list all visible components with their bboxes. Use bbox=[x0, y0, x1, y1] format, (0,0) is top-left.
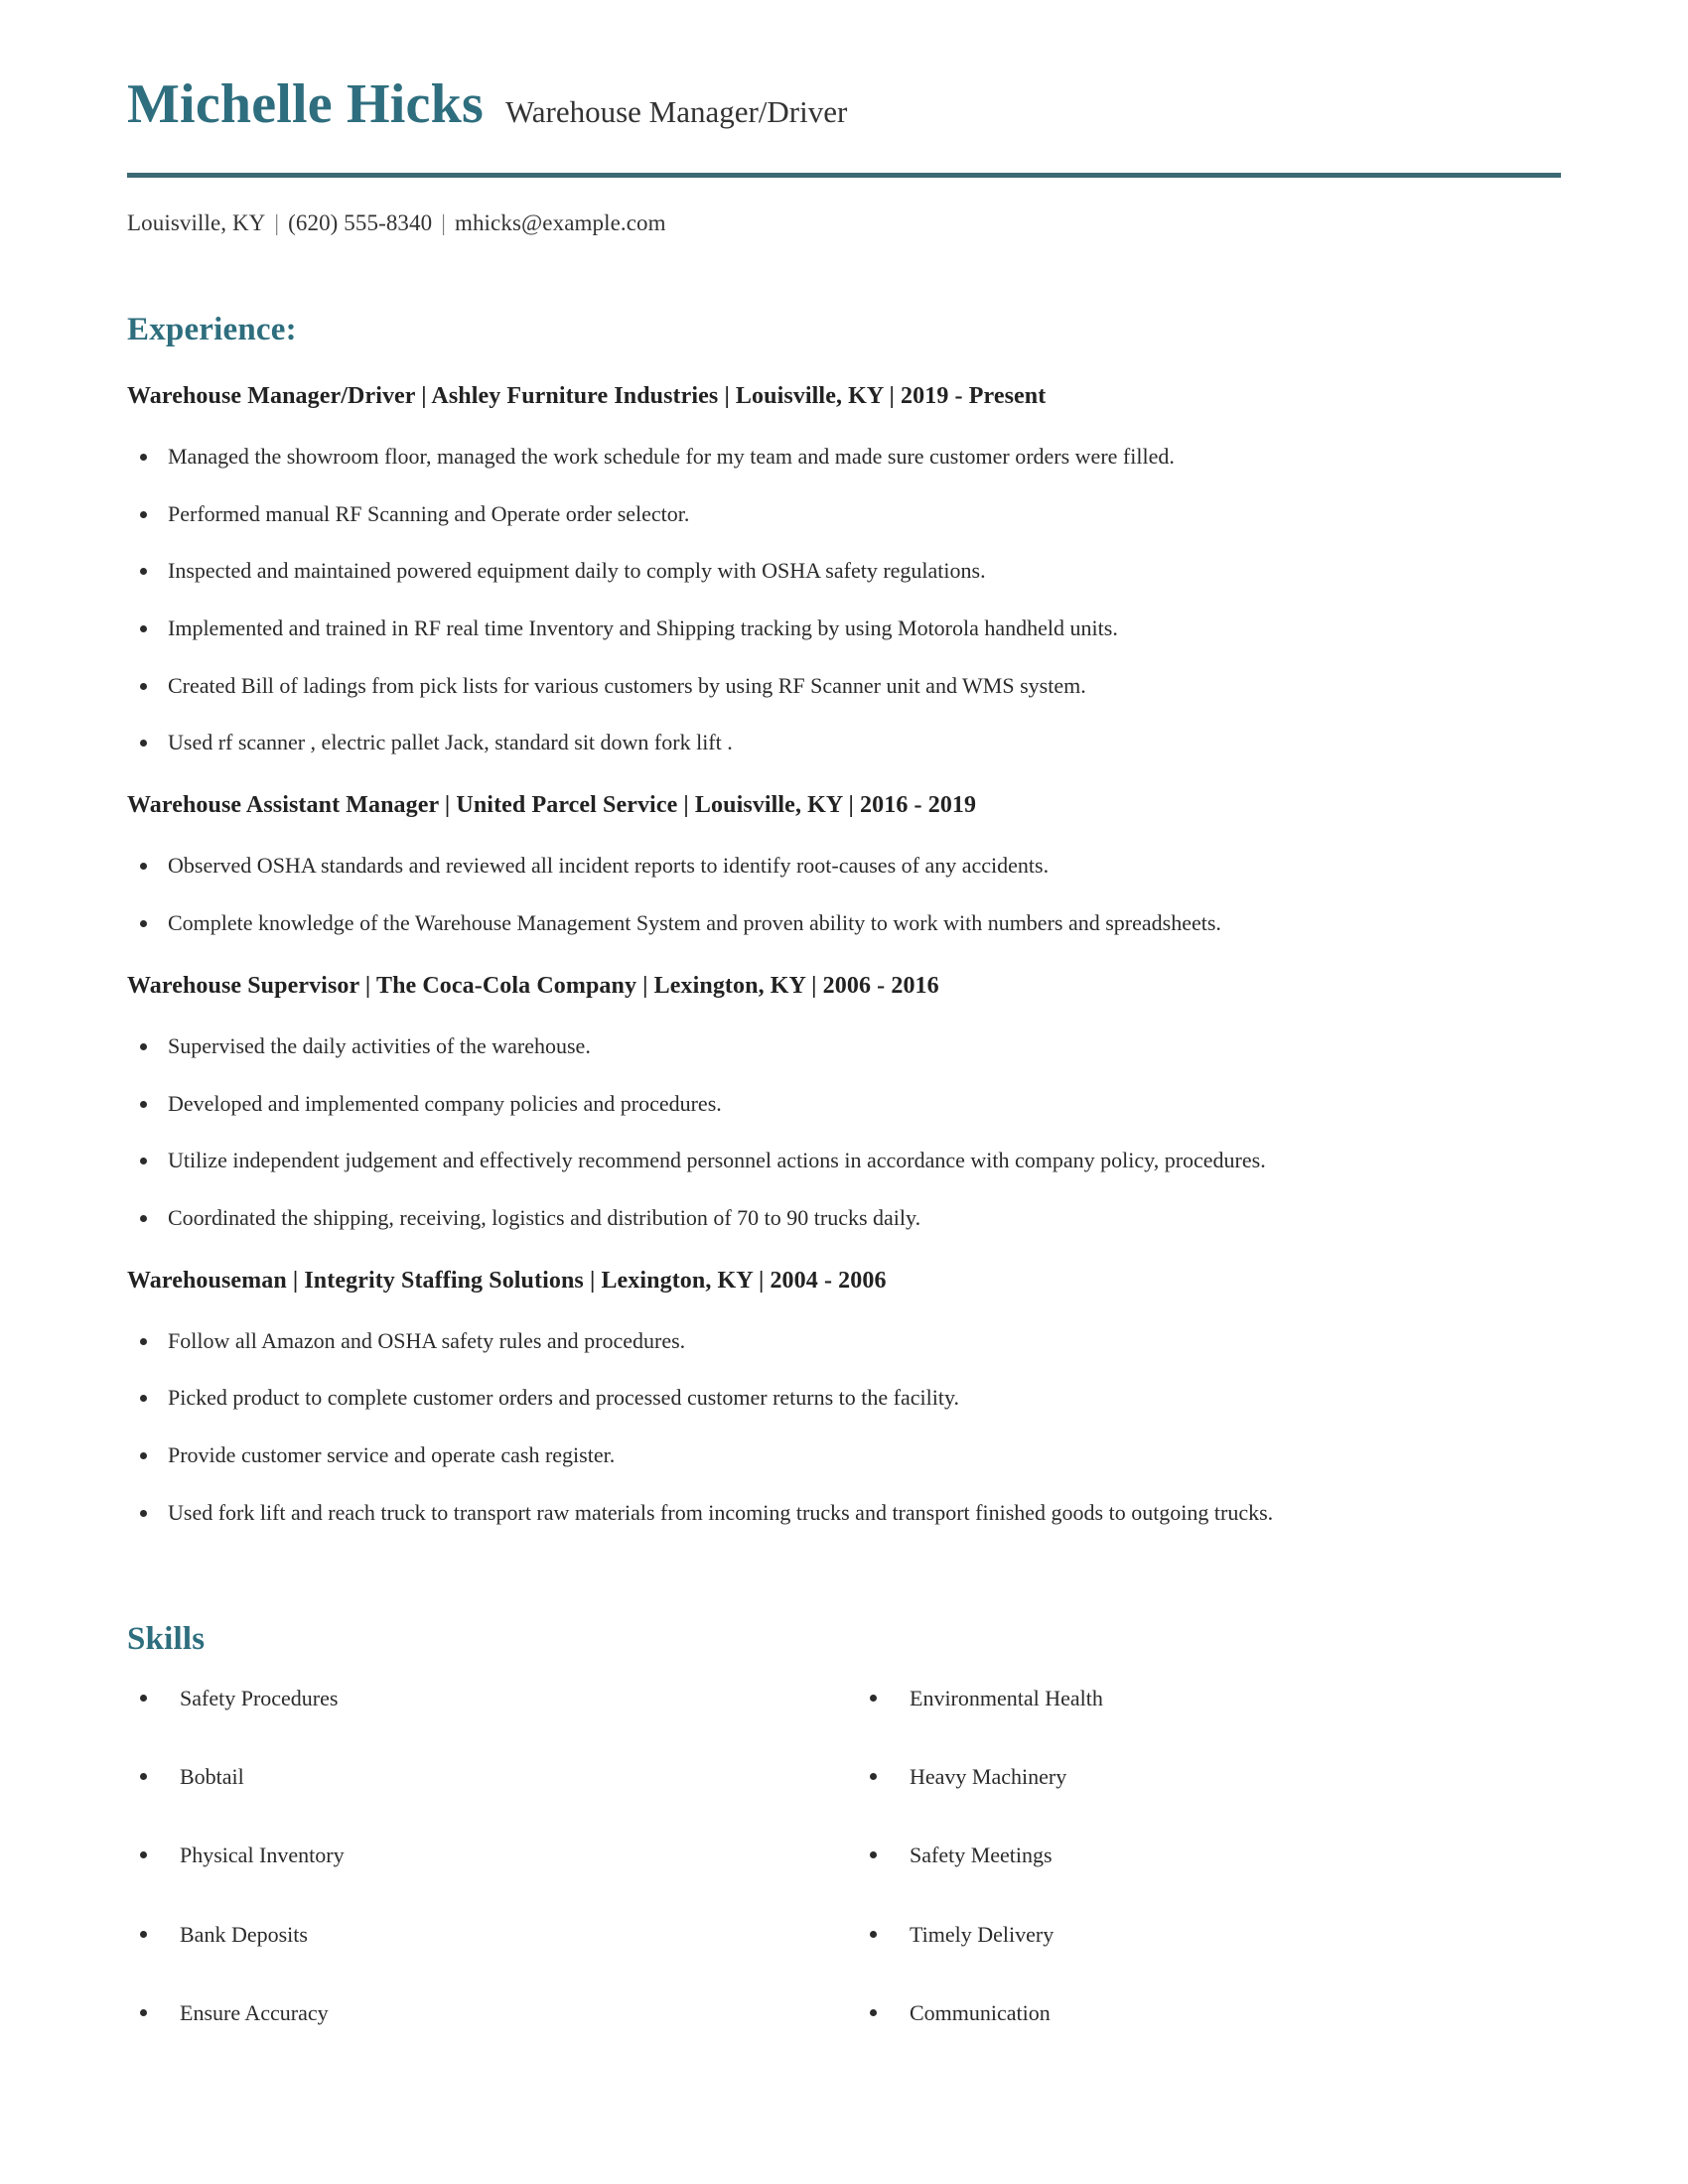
experience-section-title: Experience: bbox=[127, 311, 297, 347]
job-bullet-list: Follow all Amazon and OSHA safety rules … bbox=[127, 1326, 1561, 1528]
job-bullet: Follow all Amazon and OSHA safety rules … bbox=[127, 1326, 1561, 1356]
job-bullet: Performed manual RF Scanning and Operate… bbox=[127, 499, 1561, 529]
skills-grid: Safety Procedures Bobtail Physical Inven… bbox=[127, 1686, 1561, 2027]
skills-column-left: Safety Procedures Bobtail Physical Inven… bbox=[127, 1686, 857, 2027]
skill-item: Bank Deposits bbox=[127, 1922, 857, 1948]
skills-column-right: Environmental Health Heavy Machinery Saf… bbox=[857, 1686, 1587, 2027]
skill-item: Environmental Health bbox=[857, 1686, 1587, 1711]
skill-list: Safety Procedures Bobtail Physical Inven… bbox=[127, 1686, 857, 2027]
skill-item: Safety Procedures bbox=[127, 1686, 857, 1711]
job-bullet: Inspected and maintained powered equipme… bbox=[127, 556, 1561, 586]
job-bullet: Provide customer service and operate cas… bbox=[127, 1440, 1561, 1470]
job-bullet-list: Managed the showroom floor, managed the … bbox=[127, 442, 1561, 757]
job-bullet: Picked product to complete customer orde… bbox=[127, 1383, 1561, 1413]
job-heading: Warehouseman | Integrity Staffing Soluti… bbox=[127, 1267, 887, 1294]
experience-entry: Warehouse Assistant Manager | United Par… bbox=[127, 790, 1561, 938]
job-bullet: Used fork lift and reach truck to transp… bbox=[127, 1498, 1561, 1528]
job-bullet: Complete knowledge of the Warehouse Mana… bbox=[127, 908, 1561, 938]
job-heading: Warehouse Supervisor | The Coca-Cola Com… bbox=[127, 972, 939, 999]
job-bullet-list: Supervised the daily activities of the w… bbox=[127, 1031, 1561, 1233]
contact-separator-2: | bbox=[441, 209, 446, 235]
experience-entry: Warehouseman | Integrity Staffing Soluti… bbox=[127, 1266, 1561, 1528]
job-heading: Warehouse Manager/Driver | Ashley Furnit… bbox=[127, 382, 1047, 409]
skill-item: Heavy Machinery bbox=[857, 1764, 1587, 1790]
job-bullet: Developed and implemented company polici… bbox=[127, 1089, 1561, 1119]
job-bullet: Utilize independent judgement and effect… bbox=[127, 1146, 1561, 1175]
skill-item: Physical Inventory bbox=[127, 1843, 857, 1868]
resume-page: Michelle Hicks Warehouse Manager/Driver … bbox=[0, 0, 1688, 2184]
candidate-name: Michelle Hicks bbox=[127, 73, 484, 135]
job-bullet: Supervised the daily activities of the w… bbox=[127, 1031, 1561, 1061]
skills-section: Skills Safety Procedures Bobtail Physica… bbox=[127, 1621, 1561, 2027]
job-bullet: Used rf scanner , electric pallet Jack, … bbox=[127, 728, 1561, 757]
header-divider bbox=[127, 172, 1561, 178]
contact-email[interactable]: mhicks@example.com bbox=[455, 210, 666, 235]
job-bullet: Managed the showroom floor, managed the … bbox=[127, 442, 1561, 472]
resume-header: Michelle Hicks Warehouse Manager/Driver … bbox=[127, 0, 1561, 236]
contact-phone: (620) 555-8340 bbox=[288, 209, 433, 235]
job-bullet: Created Bill of ladings from pick lists … bbox=[127, 671, 1561, 701]
contact-separator-1: | bbox=[274, 209, 280, 235]
contact-line: Louisville, KY | (620) 555-8340 | mhicks@exa… bbox=[127, 210, 1561, 236]
candidate-headline: Warehouse Manager/Driver bbox=[504, 94, 848, 129]
skill-item: Ensure Accuracy bbox=[127, 2000, 857, 2026]
job-bullet-list: Observed OSHA standards and reviewed all… bbox=[127, 851, 1561, 937]
job-bullet: Coordinated the shipping, receiving, log… bbox=[127, 1203, 1561, 1233]
skills-section-title: Skills bbox=[127, 1620, 206, 1657]
experience-section: Experience: Warehouse Manager/Driver | A… bbox=[127, 312, 1561, 1528]
name-and-headline: Michelle Hicks Warehouse Manager/Driver bbox=[127, 75, 1561, 134]
skill-item: Timely Delivery bbox=[857, 1922, 1587, 1948]
contact-location: Louisville, KY bbox=[127, 209, 266, 235]
experience-entry: Warehouse Manager/Driver | Ashley Furnit… bbox=[127, 381, 1561, 757]
skill-item: Safety Meetings bbox=[857, 1843, 1587, 1868]
skill-item: Bobtail bbox=[127, 1764, 857, 1790]
skill-item: Communication bbox=[857, 2000, 1587, 2026]
skill-list: Environmental Health Heavy Machinery Saf… bbox=[857, 1686, 1587, 2027]
experience-entry: Warehouse Supervisor | The Coca-Cola Com… bbox=[127, 971, 1561, 1233]
job-heading: Warehouse Assistant Manager | United Par… bbox=[127, 792, 977, 819]
job-bullet: Implemented and trained in RF real time … bbox=[127, 614, 1561, 643]
job-bullet: Observed OSHA standards and reviewed all… bbox=[127, 851, 1561, 881]
